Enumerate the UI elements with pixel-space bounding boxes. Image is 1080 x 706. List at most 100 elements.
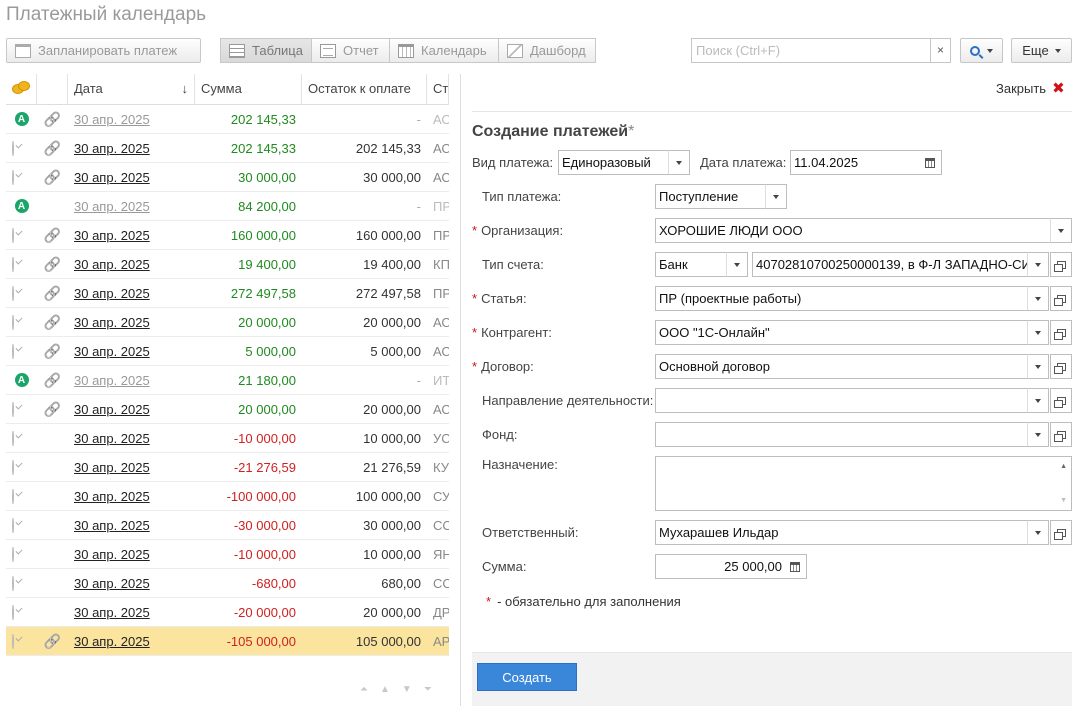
- table-row[interactable]: 🔗 30 апр. 2025 -105 000,00 105 000,00 АР: [6, 627, 449, 656]
- table-row[interactable]: 🔗 30 апр. 2025 20 000,00 20 000,00 АС: [6, 395, 449, 424]
- search-clear-button[interactable]: ×: [930, 38, 951, 63]
- date-cell[interactable]: 30 апр. 2025: [68, 286, 195, 301]
- date-cell[interactable]: 30 апр. 2025: [68, 460, 195, 475]
- plan-payment-button[interactable]: Запланировать платеж: [6, 38, 201, 63]
- payment-type-dropdown[interactable]: [765, 184, 787, 209]
- date-column-header[interactable]: Дата ↓: [68, 74, 195, 105]
- payment-kind-select[interactable]: Единоразовый: [558, 150, 669, 175]
- payment-type-select[interactable]: Поступление: [655, 184, 766, 209]
- direction-dropdown[interactable]: [1027, 388, 1049, 413]
- link-column-header[interactable]: [37, 74, 68, 105]
- payments-table: Дата ↓ Сумма Остаток к оплате Ста A 🔗 30 а…: [6, 74, 449, 656]
- view-report-button[interactable]: Отчет: [311, 38, 390, 63]
- date-cell[interactable]: 30 апр. 2025: [68, 257, 195, 272]
- date-cell[interactable]: 30 апр. 2025: [68, 634, 195, 649]
- date-cell[interactable]: 30 апр. 2025: [68, 547, 195, 562]
- table-row[interactable]: 🔗 30 апр. 2025 272 497,58 272 497,58 ПР: [6, 279, 449, 308]
- table-row[interactable]: 🔗 30 апр. 2025 19 400,00 19 400,00 КП: [6, 250, 449, 279]
- table-row[interactable]: 30 апр. 2025 -100 000,00 100 000,00 СУ: [6, 482, 449, 511]
- table-row[interactable]: 🔗 30 апр. 2025 202 145,33 202 145,33 АС: [6, 134, 449, 163]
- remaining-column-header[interactable]: Остаток к оплате: [302, 74, 427, 105]
- article-open-button[interactable]: [1050, 286, 1072, 311]
- counterparty-open-button[interactable]: [1050, 320, 1072, 345]
- first-page-icon[interactable]: ⏶: [360, 684, 368, 695]
- contract-field[interactable]: Основной договор: [655, 354, 1029, 379]
- date-cell[interactable]: 30 апр. 2025: [68, 431, 195, 446]
- counterparty-dropdown[interactable]: [1027, 320, 1049, 345]
- fund-dropdown[interactable]: [1027, 422, 1049, 447]
- check-status-icon: [12, 140, 14, 156]
- payment-kind-dropdown[interactable]: [668, 150, 690, 175]
- date-cell[interactable]: 30 апр. 2025: [68, 402, 195, 417]
- view-table-button[interactable]: Таблица: [220, 38, 312, 63]
- bank-account-open-button[interactable]: [1050, 252, 1072, 277]
- responsible-dropdown[interactable]: [1027, 520, 1049, 545]
- table-row[interactable]: 30 апр. 2025 -10 000,00 10 000,00 ЯН: [6, 540, 449, 569]
- table-row[interactable]: 30 апр. 2025 -680,00 680,00 СС: [6, 569, 449, 598]
- table-row[interactable]: 30 апр. 2025 -20 000,00 20 000,00 ДР: [6, 598, 449, 627]
- direction-field[interactable]: [655, 388, 1029, 413]
- responsible-open-button[interactable]: [1050, 520, 1072, 545]
- status-column-header[interactable]: [6, 74, 37, 105]
- date-cell[interactable]: 30 апр. 2025: [68, 315, 195, 330]
- date-cell[interactable]: 30 апр. 2025: [68, 518, 195, 533]
- create-button[interactable]: Создать: [477, 663, 577, 691]
- table-row[interactable]: A 30 апр. 2025 84 200,00 - ПР: [6, 192, 449, 221]
- close-button[interactable]: Закрыть ✖: [996, 79, 1065, 97]
- date-cell[interactable]: 30 апр. 2025: [68, 344, 195, 359]
- article-cell: АС: [433, 169, 449, 185]
- organization-field[interactable]: ХОРОШИЕ ЛЮДИ ООО: [655, 218, 1051, 243]
- purpose-textarea[interactable]: ▲ ▼: [655, 456, 1072, 511]
- prev-page-icon[interactable]: ▲: [380, 684, 390, 695]
- contract-open-button[interactable]: [1050, 354, 1072, 379]
- date-cell[interactable]: 30 апр. 2025: [68, 489, 195, 504]
- search-input[interactable]: Поиск (Ctrl+F): [691, 38, 931, 63]
- counterparty-field[interactable]: ООО "1С-Онлайн": [655, 320, 1029, 345]
- table-row[interactable]: A 🔗 30 апр. 2025 202 145,33 - АС: [6, 105, 449, 134]
- date-cell[interactable]: 30 апр. 2025: [68, 373, 195, 388]
- date-picker-button[interactable]: [919, 151, 941, 174]
- date-cell[interactable]: 30 апр. 2025: [68, 112, 195, 127]
- responsible-field[interactable]: Мухарашев Ильдар: [655, 520, 1029, 545]
- fund-open-button[interactable]: [1050, 422, 1072, 447]
- panel-divider[interactable]: [460, 74, 461, 706]
- calculator-button[interactable]: [784, 555, 806, 578]
- date-cell[interactable]: 30 апр. 2025: [68, 170, 195, 185]
- article-column-header[interactable]: Ста: [427, 74, 449, 105]
- table-row[interactable]: 30 апр. 2025 -30 000,00 30 000,00 СС: [6, 511, 449, 540]
- last-page-icon[interactable]: ⏷: [424, 684, 432, 695]
- next-page-icon[interactable]: ▼: [402, 684, 412, 695]
- account-type-select[interactable]: Банк: [655, 252, 727, 277]
- table-row[interactable]: 30 апр. 2025 -21 276,59 21 276,59 КУ: [6, 453, 449, 482]
- contract-dropdown[interactable]: [1027, 354, 1049, 379]
- organization-dropdown[interactable]: [1050, 218, 1072, 243]
- sum-column-header[interactable]: Сумма: [195, 74, 302, 105]
- more-button[interactable]: Еще: [1011, 38, 1072, 63]
- article-field[interactable]: ПР (проектные работы): [655, 286, 1029, 311]
- view-calendar-button[interactable]: Календарь: [389, 38, 499, 63]
- table-row[interactable]: 🔗 30 апр. 2025 20 000,00 20 000,00 АС: [6, 308, 449, 337]
- view-dashboard-button[interactable]: Дашборд: [498, 38, 596, 63]
- bank-account-field[interactable]: 40702810700250000139, в Ф-Л ЗАПАДНО-СИБ: [752, 252, 1028, 277]
- table-row[interactable]: A 🔗 30 апр. 2025 21 180,00 - ИТ: [6, 366, 449, 395]
- search-button[interactable]: [960, 38, 1003, 63]
- bank-account-dropdown[interactable]: [1027, 252, 1049, 277]
- table-row[interactable]: 🔗 30 апр. 2025 30 000,00 30 000,00 АС: [6, 163, 449, 192]
- date-cell[interactable]: 30 апр. 2025: [68, 576, 195, 591]
- table-row[interactable]: 🔗 30 апр. 2025 160 000,00 160 000,00 ПР: [6, 221, 449, 250]
- date-cell[interactable]: 30 апр. 2025: [68, 605, 195, 620]
- direction-open-button[interactable]: [1050, 388, 1072, 413]
- table-row[interactable]: 🔗 30 апр. 2025 5 000,00 5 000,00 АС: [6, 337, 449, 366]
- scroll-up-icon[interactable]: ▲: [1060, 463, 1067, 470]
- article-dropdown[interactable]: [1027, 286, 1049, 311]
- status-cell: [6, 575, 37, 591]
- scroll-down-icon[interactable]: ▼: [1060, 497, 1067, 504]
- chevron-down-icon: [1058, 228, 1064, 233]
- date-cell[interactable]: 30 апр. 2025: [68, 199, 195, 214]
- account-type-dropdown[interactable]: [726, 252, 748, 277]
- article-cell: ПР: [433, 227, 449, 243]
- date-cell[interactable]: 30 апр. 2025: [68, 228, 195, 243]
- date-cell[interactable]: 30 апр. 2025: [68, 141, 195, 156]
- fund-field[interactable]: [655, 422, 1029, 447]
- table-row[interactable]: 30 апр. 2025 -10 000,00 10 000,00 УС: [6, 424, 449, 453]
